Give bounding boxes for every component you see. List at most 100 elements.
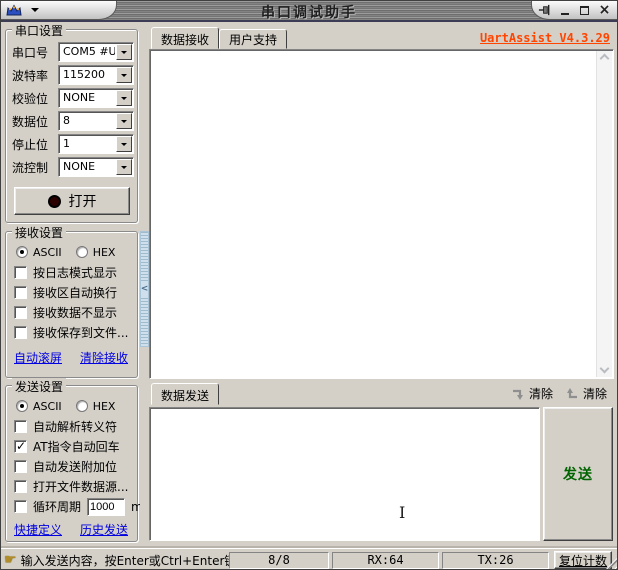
flowctrl-select-arrow[interactable] [116, 159, 132, 175]
hide-rx-row: 接收数据不显示 [6, 304, 137, 321]
databits-field-row: 数据位 8 [6, 111, 137, 131]
send-settings-title: 发送设置 [12, 378, 66, 395]
shortcut-define-link[interactable]: 快捷定义 [14, 521, 62, 538]
hint-hand-icon: ☛ [4, 552, 17, 568]
cycle-period-input[interactable] [87, 498, 125, 516]
send-format-row: ASCII HEX [6, 398, 137, 414]
tab-user-support[interactable]: 用户支持 [219, 29, 287, 49]
parity-select-arrow[interactable] [116, 90, 132, 106]
stopbits-select[interactable]: 1 [58, 134, 134, 154]
system-menu-arrow-icon[interactable] [31, 8, 39, 16]
app-icon[interactable] [5, 4, 23, 17]
auto-scroll-link[interactable]: 自动滚屏 [14, 349, 62, 366]
port-status-icon [48, 195, 61, 208]
escape-parse-checkbox[interactable] [14, 420, 27, 433]
chevron-down-icon [121, 143, 127, 149]
append-bits-row: 自动发送附加位 [6, 458, 137, 475]
close-icon: × [599, 4, 611, 16]
send-count-panel: 8/8 [229, 552, 329, 569]
auto-wrap-checkbox[interactable] [14, 286, 27, 299]
scrollbar-up-icon[interactable] [600, 54, 610, 64]
maximize-icon [580, 6, 589, 15]
port-field-row: 串口号 COM5 #US [6, 42, 137, 62]
splitter-handle[interactable]: < [140, 231, 149, 347]
maximize-button[interactable] [578, 3, 591, 17]
log-mode-row: 按日志模式显示 [6, 264, 137, 281]
send-hex-radio[interactable] [76, 400, 88, 412]
baud-label: 波特率 [12, 67, 58, 84]
parity-field-row: 校验位 NONE [6, 88, 137, 108]
version-link[interactable]: UartAssist V4.3.29 [480, 31, 610, 45]
at-cr-checkbox[interactable] [14, 440, 27, 453]
scrollbar-down-icon[interactable] [600, 364, 610, 374]
chevron-down-icon [121, 166, 127, 172]
send-settings-group: 发送设置 ASCII HEX 自动解析转义符 AT指令自动回车 自动发送附加位 [5, 385, 138, 542]
titlebar-left-wing [1, 1, 117, 20]
send-ascii-radio[interactable] [16, 400, 28, 412]
close-button[interactable]: × [598, 3, 611, 17]
cycle-checkbox[interactable] [14, 500, 27, 513]
title-bar[interactable]: 串口调试助手 × [1, 1, 617, 22]
flowctrl-field-row: 流控制 NONE [6, 157, 137, 177]
tx-count-panel: TX:26 [442, 552, 549, 569]
databits-label: 数据位 [12, 113, 58, 130]
flowctrl-select[interactable]: NONE [58, 157, 134, 177]
chevron-down-icon [121, 97, 127, 103]
chevron-down-icon [121, 74, 127, 80]
log-mode-checkbox[interactable] [14, 266, 27, 279]
reset-count-button[interactable]: 复位计数 [554, 551, 612, 569]
receive-ascii-radio[interactable] [16, 246, 28, 258]
file-source-checkbox[interactable] [14, 480, 27, 493]
baud-select-arrow[interactable] [116, 67, 132, 83]
clear-receive-link[interactable]: 清除接收 [80, 349, 128, 366]
tab-data-receive[interactable]: 数据接收 [151, 27, 219, 49]
append-bits-checkbox[interactable] [14, 460, 27, 473]
save-to-file-checkbox[interactable] [14, 326, 27, 339]
receive-format-row: ASCII HEX [6, 244, 137, 260]
receive-area-container [149, 49, 614, 379]
hide-rx-checkbox[interactable] [14, 306, 27, 319]
vertical-splitter[interactable]: < [140, 23, 149, 546]
minimize-button[interactable] [558, 3, 571, 17]
status-bar: ☛ 输入发送内容，按Enter或Ctrl+Enter键 8/8 RX:64 TX… [1, 548, 617, 570]
baud-select[interactable]: 115200 [58, 65, 134, 85]
titlebar-right-wing: × [531, 1, 617, 20]
clear-receive-button[interactable]: 清除 [511, 385, 553, 402]
clear-up-arrow-icon [565, 387, 579, 401]
baud-field-row: 波特率 115200 [6, 65, 137, 85]
serial-settings-group: 串口设置 串口号 COM5 #US 波特率 115200 校验位 NONE [5, 29, 138, 223]
save-to-file-row: 接收保存到文件... [6, 324, 137, 341]
send-ascii-label: ASCII [33, 400, 62, 413]
chevron-down-icon [121, 120, 127, 126]
splitter-collapse-icon: < [141, 282, 149, 296]
app-window: 串口调试助手 × 串口设置 串口号 [0, 0, 618, 570]
stopbits-label: 停止位 [12, 136, 58, 153]
open-port-button[interactable]: 打开 [14, 187, 130, 215]
tab-data-send[interactable]: 数据发送 [151, 383, 219, 405]
status-hint: ☛ 输入发送内容，按Enter或Ctrl+Enter键 [1, 552, 229, 569]
history-send-link[interactable]: 历史发送 [80, 521, 128, 538]
escape-parse-row: 自动解析转义符 [6, 418, 137, 435]
serial-settings-title: 串口设置 [12, 22, 66, 39]
port-label: 串口号 [12, 44, 58, 61]
clear-down-arrow-icon [511, 387, 525, 401]
send-textarea[interactable] [149, 407, 540, 541]
port-select-arrow[interactable] [116, 44, 132, 60]
at-cr-row: AT指令自动回车 [6, 438, 137, 455]
pin-icon[interactable] [538, 3, 551, 17]
clear-send-button[interactable]: 清除 [565, 385, 607, 402]
databits-select-arrow[interactable] [116, 113, 132, 129]
databits-select[interactable]: 8 [58, 111, 134, 131]
chevron-down-icon [121, 51, 127, 57]
port-select[interactable]: COM5 #US [58, 42, 134, 62]
clear-buttons-group: 清除 清除 [511, 385, 607, 402]
flowctrl-label: 流控制 [12, 159, 58, 176]
rx-count-panel: RX:64 [332, 552, 439, 569]
send-button[interactable]: 发送 [543, 407, 613, 541]
receive-hex-radio[interactable] [76, 246, 88, 258]
stopbits-select-arrow[interactable] [116, 136, 132, 152]
parity-select[interactable]: NONE [58, 88, 134, 108]
receive-textarea[interactable] [149, 49, 614, 379]
receive-scrollbar[interactable] [596, 51, 612, 377]
receive-tabstrip: 数据接收 用户支持 [151, 27, 287, 49]
